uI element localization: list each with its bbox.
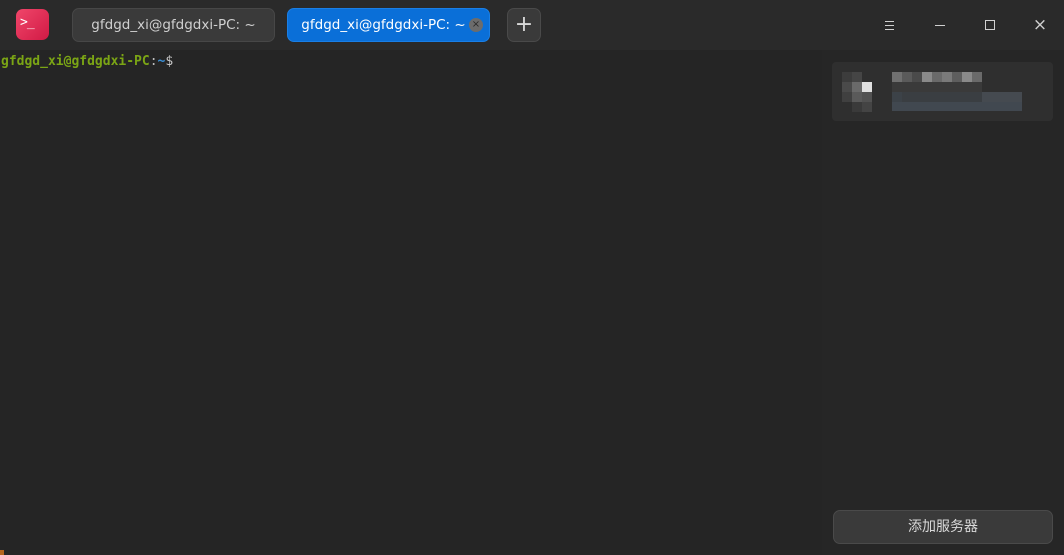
new-tab-button[interactable]: + bbox=[507, 8, 541, 42]
server-list-item[interactable] bbox=[832, 62, 1053, 121]
shell-prompt: gfdgd_xi@gfdgdxi-PC:~$ bbox=[1, 54, 173, 69]
title-bar: >_ gfdgd_xi@gfdgdxi-PC: ~ gfdgd_xi@gfdgd… bbox=[0, 0, 1064, 50]
tab-terminal-1[interactable]: gfdgd_xi@gfdgdxi-PC: ~ bbox=[72, 8, 275, 42]
close-icon[interactable]: × bbox=[1027, 12, 1053, 38]
add-server-button[interactable]: 添加服务器 bbox=[833, 510, 1053, 544]
tab-terminal-2-active[interactable]: gfdgd_xi@gfdgdxi-PC: ~ × bbox=[287, 8, 490, 42]
prompt-user: gfdgd_xi@gfdgdxi-PC bbox=[1, 54, 150, 69]
terminal-area[interactable]: gfdgd_xi@gfdgdxi-PC:~$ bbox=[0, 50, 822, 555]
prompt-symbol: $ bbox=[165, 54, 174, 69]
tab-label: gfdgd_xi@gfdgdxi-PC: ~ bbox=[91, 17, 256, 33]
prompt-separator: : bbox=[149, 54, 158, 69]
menu-icon[interactable] bbox=[876, 12, 902, 38]
remote-server-panel: 添加服务器 bbox=[822, 50, 1064, 555]
maximize-icon[interactable] bbox=[977, 12, 1003, 38]
terminal-app-icon[interactable]: >_ bbox=[16, 9, 49, 40]
tab-close-icon[interactable]: × bbox=[469, 18, 483, 32]
minimize-icon[interactable] bbox=[927, 12, 953, 38]
corner-artifact bbox=[0, 550, 4, 555]
tab-label: gfdgd_xi@gfdgdxi-PC: ~ bbox=[301, 17, 466, 33]
